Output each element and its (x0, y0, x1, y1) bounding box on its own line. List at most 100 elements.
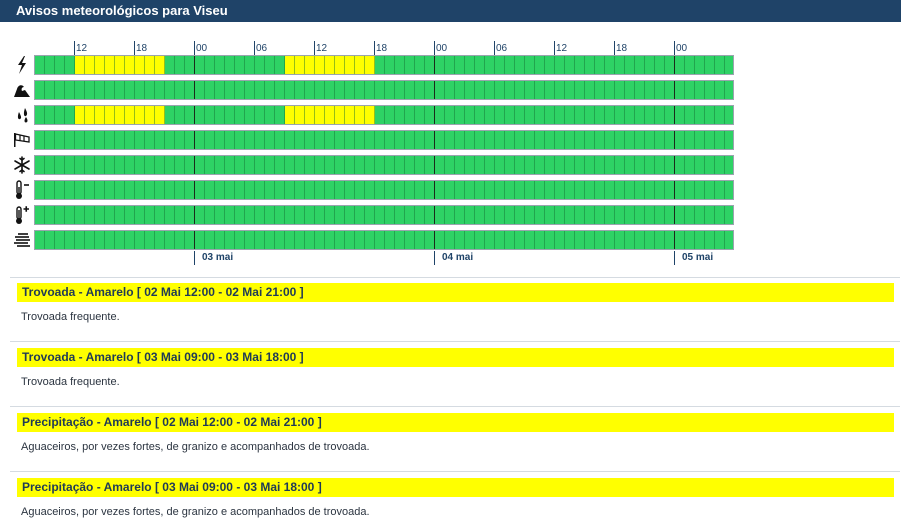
hour-gridline (164, 156, 165, 174)
hour-gridline (584, 206, 585, 224)
hour-gridline (474, 156, 475, 174)
hour-gridline (104, 131, 105, 149)
hour-gridline (604, 231, 605, 249)
hour-gridline (334, 181, 335, 199)
hour-gridline (594, 156, 595, 174)
hour-gridline (54, 81, 55, 99)
hour-gridline (714, 131, 715, 149)
hour-gridline (694, 231, 695, 249)
hour-gridline (624, 206, 625, 224)
hour-gridline (154, 181, 155, 199)
hour-gridline (374, 156, 375, 174)
hour-gridline (294, 56, 295, 74)
hour-gridline (74, 156, 75, 174)
day-boundary-line (674, 181, 675, 199)
hour-gridline (354, 206, 355, 224)
hour-gridline (614, 156, 615, 174)
hour-gridline (524, 81, 525, 99)
hour-gridline (284, 131, 285, 149)
hour-gridline (704, 231, 705, 249)
hour-gridline (114, 81, 115, 99)
hour-gridline (374, 81, 375, 99)
hour-gridline (74, 81, 75, 99)
hour-gridline (594, 181, 595, 199)
timeline-row-tempo-quente (34, 205, 734, 225)
hour-gridline (354, 181, 355, 199)
hour-gridline (494, 206, 495, 224)
hour-gridline (394, 156, 395, 174)
day-boundary-line (194, 81, 195, 99)
hour-gridline (294, 81, 295, 99)
hour-label: 00 (676, 43, 688, 54)
hour-gridline (424, 181, 425, 199)
hour-gridline (634, 231, 635, 249)
timeline-segment (285, 231, 375, 249)
hour-gridline (364, 156, 365, 174)
hour-gridline (594, 106, 595, 124)
hour-gridline (284, 206, 285, 224)
hour-gridline (334, 231, 335, 249)
hour-gridline (484, 131, 485, 149)
hour-tick (554, 41, 555, 56)
timeline-segment (75, 231, 165, 249)
hour-gridline (634, 131, 635, 149)
hour-gridline (164, 131, 165, 149)
hour-gridline (214, 106, 215, 124)
hour-gridline (714, 156, 715, 174)
hour-gridline (454, 81, 455, 99)
hour-gridline (554, 56, 555, 74)
timeline-segment (285, 56, 375, 74)
hour-gridline (184, 156, 185, 174)
hour-tick (494, 41, 495, 56)
hour-gridline (44, 181, 45, 199)
timeline-segment (165, 231, 285, 249)
hour-gridline (654, 231, 655, 249)
hour-gridline (574, 81, 575, 99)
hour-gridline (164, 181, 165, 199)
hour-gridline (334, 131, 335, 149)
hour-gridline (134, 181, 135, 199)
timeline-segment (75, 81, 165, 99)
hour-gridline (554, 156, 555, 174)
hour-gridline (124, 206, 125, 224)
hour-gridline (54, 156, 55, 174)
hour-gridline (504, 131, 505, 149)
hour-gridline (574, 156, 575, 174)
hour-gridline (594, 81, 595, 99)
hour-gridline (234, 56, 235, 74)
hour-gridline (234, 206, 235, 224)
hour-gridline (254, 231, 255, 249)
hour-tick (254, 41, 255, 56)
hour-gridline (334, 106, 335, 124)
hour-gridline (314, 206, 315, 224)
hour-gridline (84, 106, 85, 124)
timeline-segment (35, 181, 75, 199)
hour-gridline (354, 231, 355, 249)
hour-gridline (364, 106, 365, 124)
hour-gridline (144, 156, 145, 174)
hour-gridline (64, 206, 65, 224)
hour-gridline (474, 181, 475, 199)
hour-gridline (234, 81, 235, 99)
hour-gridline (464, 181, 465, 199)
hour-gridline (494, 81, 495, 99)
hour-gridline (64, 181, 65, 199)
hour-gridline (564, 181, 565, 199)
hour-gridline (164, 56, 165, 74)
hour-gridline (624, 156, 625, 174)
hour-label: 18 (616, 43, 628, 54)
hour-gridline (254, 156, 255, 174)
hour-gridline (404, 206, 405, 224)
hour-gridline (544, 106, 545, 124)
hour-gridline (204, 156, 205, 174)
hour-gridline (154, 81, 155, 99)
timeline-segment (35, 56, 75, 74)
hour-gridline (564, 131, 565, 149)
hour-gridline (314, 131, 315, 149)
hour-gridline (614, 231, 615, 249)
hour-gridline (724, 156, 725, 174)
day-boundary-line (434, 231, 435, 249)
hour-gridline (424, 206, 425, 224)
hour-gridline (184, 81, 185, 99)
hour-gridline (294, 106, 295, 124)
